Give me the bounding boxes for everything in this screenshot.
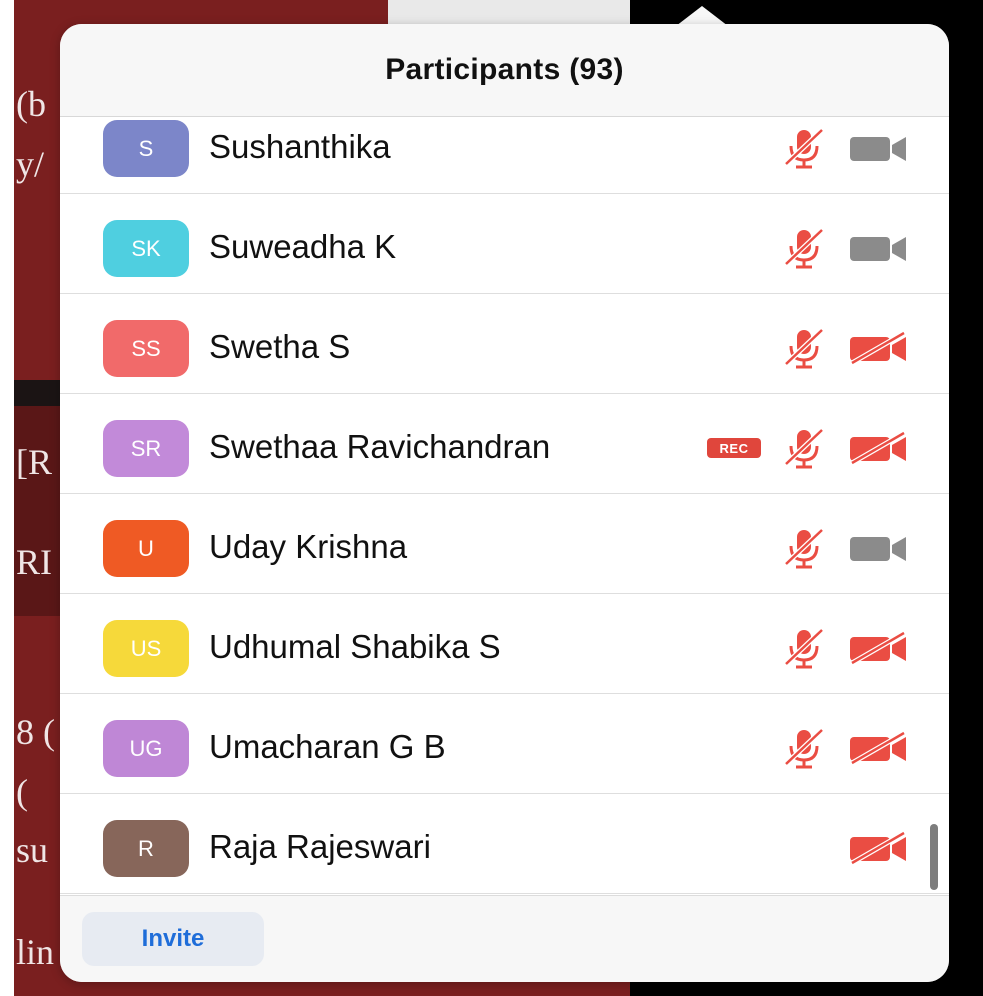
participant-row[interactable]: SK Suweadha K	[60, 194, 949, 294]
background-text: 8 (	[16, 712, 55, 752]
background-text: [R	[16, 442, 52, 482]
participant-row[interactable]: R Raja Rajeswari	[60, 794, 949, 894]
video-camera-icon	[848, 531, 910, 565]
background-text: (	[16, 772, 28, 812]
popover-arrow	[676, 6, 728, 26]
mic-muted-icon	[780, 224, 828, 272]
video-camera-off-icon	[848, 830, 910, 866]
background-text: lin	[16, 932, 55, 972]
participants-popover: Participants (93) S Sushanthika SK Suweadha…	[60, 24, 949, 982]
mic-muted-icon	[780, 424, 828, 472]
mic-muted-icon	[780, 524, 828, 572]
invite-button[interactable]: Invite	[82, 912, 264, 966]
participant-row[interactable]: SS Swetha S	[60, 294, 949, 394]
mic-muted-icon	[780, 324, 828, 372]
participant-name: Umacharan G B	[209, 728, 446, 765]
participant-row[interactable]: UG Umacharan G B	[60, 694, 949, 794]
background-text: y/	[16, 144, 45, 184]
video-camera-icon	[848, 131, 910, 165]
avatar: S	[103, 120, 189, 177]
participant-name: Raja Rajeswari	[209, 828, 431, 865]
list-scrollbar[interactable]	[930, 824, 938, 890]
avatar: SR	[103, 420, 189, 477]
avatar: R	[103, 820, 189, 877]
video-camera-off-icon	[848, 730, 910, 766]
mic-muted-icon	[780, 624, 828, 672]
participant-name: Swetha S	[209, 328, 351, 365]
recording-badge: REC	[707, 438, 761, 458]
video-camera-icon	[848, 231, 910, 265]
participant-name: Swethaa Ravichandran	[209, 428, 551, 465]
avatar: UG	[103, 720, 189, 777]
participant-row[interactable]: S Sushanthika	[60, 117, 949, 194]
popover-footer: Invite	[60, 895, 949, 982]
participant-name: Sushanthika	[209, 128, 391, 165]
video-camera-off-icon	[848, 430, 910, 466]
participant-name: Suweadha K	[209, 228, 397, 265]
mic-muted-icon	[780, 124, 828, 172]
background-text: RI	[16, 542, 52, 582]
avatar: SK	[103, 220, 189, 277]
participant-list[interactable]: S Sushanthika SK Suweadha K SS Swetha S SR Swet…	[60, 117, 949, 895]
participant-row[interactable]: US Udhumal Shabika S	[60, 594, 949, 694]
participant-row[interactable]: SR Swethaa Ravichandran REC	[60, 394, 949, 494]
participant-row[interactable]: U Uday Krishna	[60, 494, 949, 594]
background-text: su	[16, 830, 49, 870]
video-camera-off-icon	[848, 330, 910, 366]
avatar: U	[103, 520, 189, 577]
popover-header: Participants (93)	[60, 24, 949, 117]
mic-muted-icon	[780, 724, 828, 772]
participant-name: Udhumal Shabika S	[209, 628, 501, 665]
background-text: (b	[16, 84, 46, 124]
avatar: SS	[103, 320, 189, 377]
avatar: US	[103, 620, 189, 677]
video-camera-off-icon	[848, 630, 910, 666]
participant-name: Uday Krishna	[209, 528, 408, 565]
participants-title: Participants (93)	[385, 53, 624, 86]
